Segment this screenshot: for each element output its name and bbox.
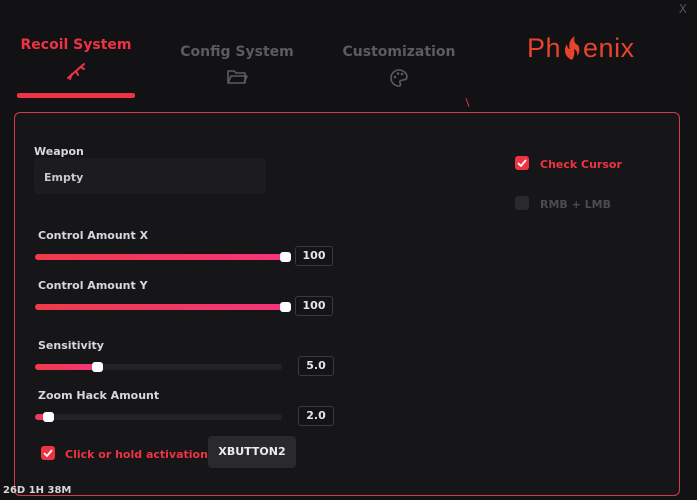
check-cursor-label: Check Cursor xyxy=(540,158,622,171)
control-x-slider[interactable] xyxy=(35,252,291,262)
tab-label: Config System xyxy=(180,44,294,60)
license-time-remaining: 26D 1H 38M xyxy=(3,485,72,496)
control-x-label: Control Amount X xyxy=(38,229,149,242)
activation-keybind-button[interactable]: XBUTTON2 xyxy=(208,436,296,468)
slider-knob[interactable] xyxy=(42,412,54,422)
rmb-lmb-checkbox[interactable] xyxy=(515,196,529,210)
sensitivity-label: Sensitivity xyxy=(38,339,104,352)
recoil-settings-panel: Weapon Empty Control Amount X 100 Contro… xyxy=(14,112,680,496)
sensitivity-slider[interactable] xyxy=(35,362,282,372)
tab-label: Recoil System xyxy=(20,37,132,53)
slider-knob[interactable] xyxy=(280,252,291,262)
phoenix-logo: Ph enix xyxy=(527,33,635,68)
click-hold-label: Click or hold activation xyxy=(65,448,208,461)
close-button[interactable]: X xyxy=(679,2,687,16)
control-y-slider[interactable] xyxy=(35,302,291,312)
zoom-hack-label: Zoom Hack Amount xyxy=(38,389,160,402)
zoom-hack-value[interactable]: 2.0 xyxy=(298,406,334,426)
phoenix-flame-icon xyxy=(561,35,583,68)
folder-icon xyxy=(176,68,298,90)
slider-fill xyxy=(35,304,286,310)
palette-icon xyxy=(339,68,459,92)
rifle-icon xyxy=(17,61,135,85)
active-tab-indicator xyxy=(17,93,135,98)
control-x-value[interactable]: 100 xyxy=(295,246,333,266)
tab-customization[interactable]: Customization xyxy=(339,44,459,92)
app-window: X Recoil System Config System Customizat… xyxy=(0,0,697,500)
control-y-label: Control Amount Y xyxy=(38,279,148,292)
zoom-hack-slider[interactable] xyxy=(35,412,282,422)
slider-fill xyxy=(35,254,286,260)
tab-recoil-system[interactable]: Recoil System xyxy=(17,37,135,85)
weapon-dropdown[interactable]: Empty xyxy=(34,158,266,194)
weapon-value: Empty xyxy=(44,171,84,184)
tab-label: Customization xyxy=(342,44,456,60)
slider-fill xyxy=(35,364,95,370)
check-cursor-checkbox[interactable] xyxy=(515,156,529,170)
sensitivity-value[interactable]: 5.0 xyxy=(298,356,334,376)
rmb-lmb-label: RMB + LMB xyxy=(540,198,612,211)
weapon-label: Weapon xyxy=(34,145,84,158)
slider-knob[interactable] xyxy=(280,302,291,312)
click-hold-checkbox[interactable] xyxy=(41,446,55,460)
tab-config-system[interactable]: Config System xyxy=(176,44,298,90)
slider-knob[interactable] xyxy=(92,362,104,372)
divider-mark xyxy=(465,98,470,107)
control-y-value[interactable]: 100 xyxy=(295,296,333,316)
